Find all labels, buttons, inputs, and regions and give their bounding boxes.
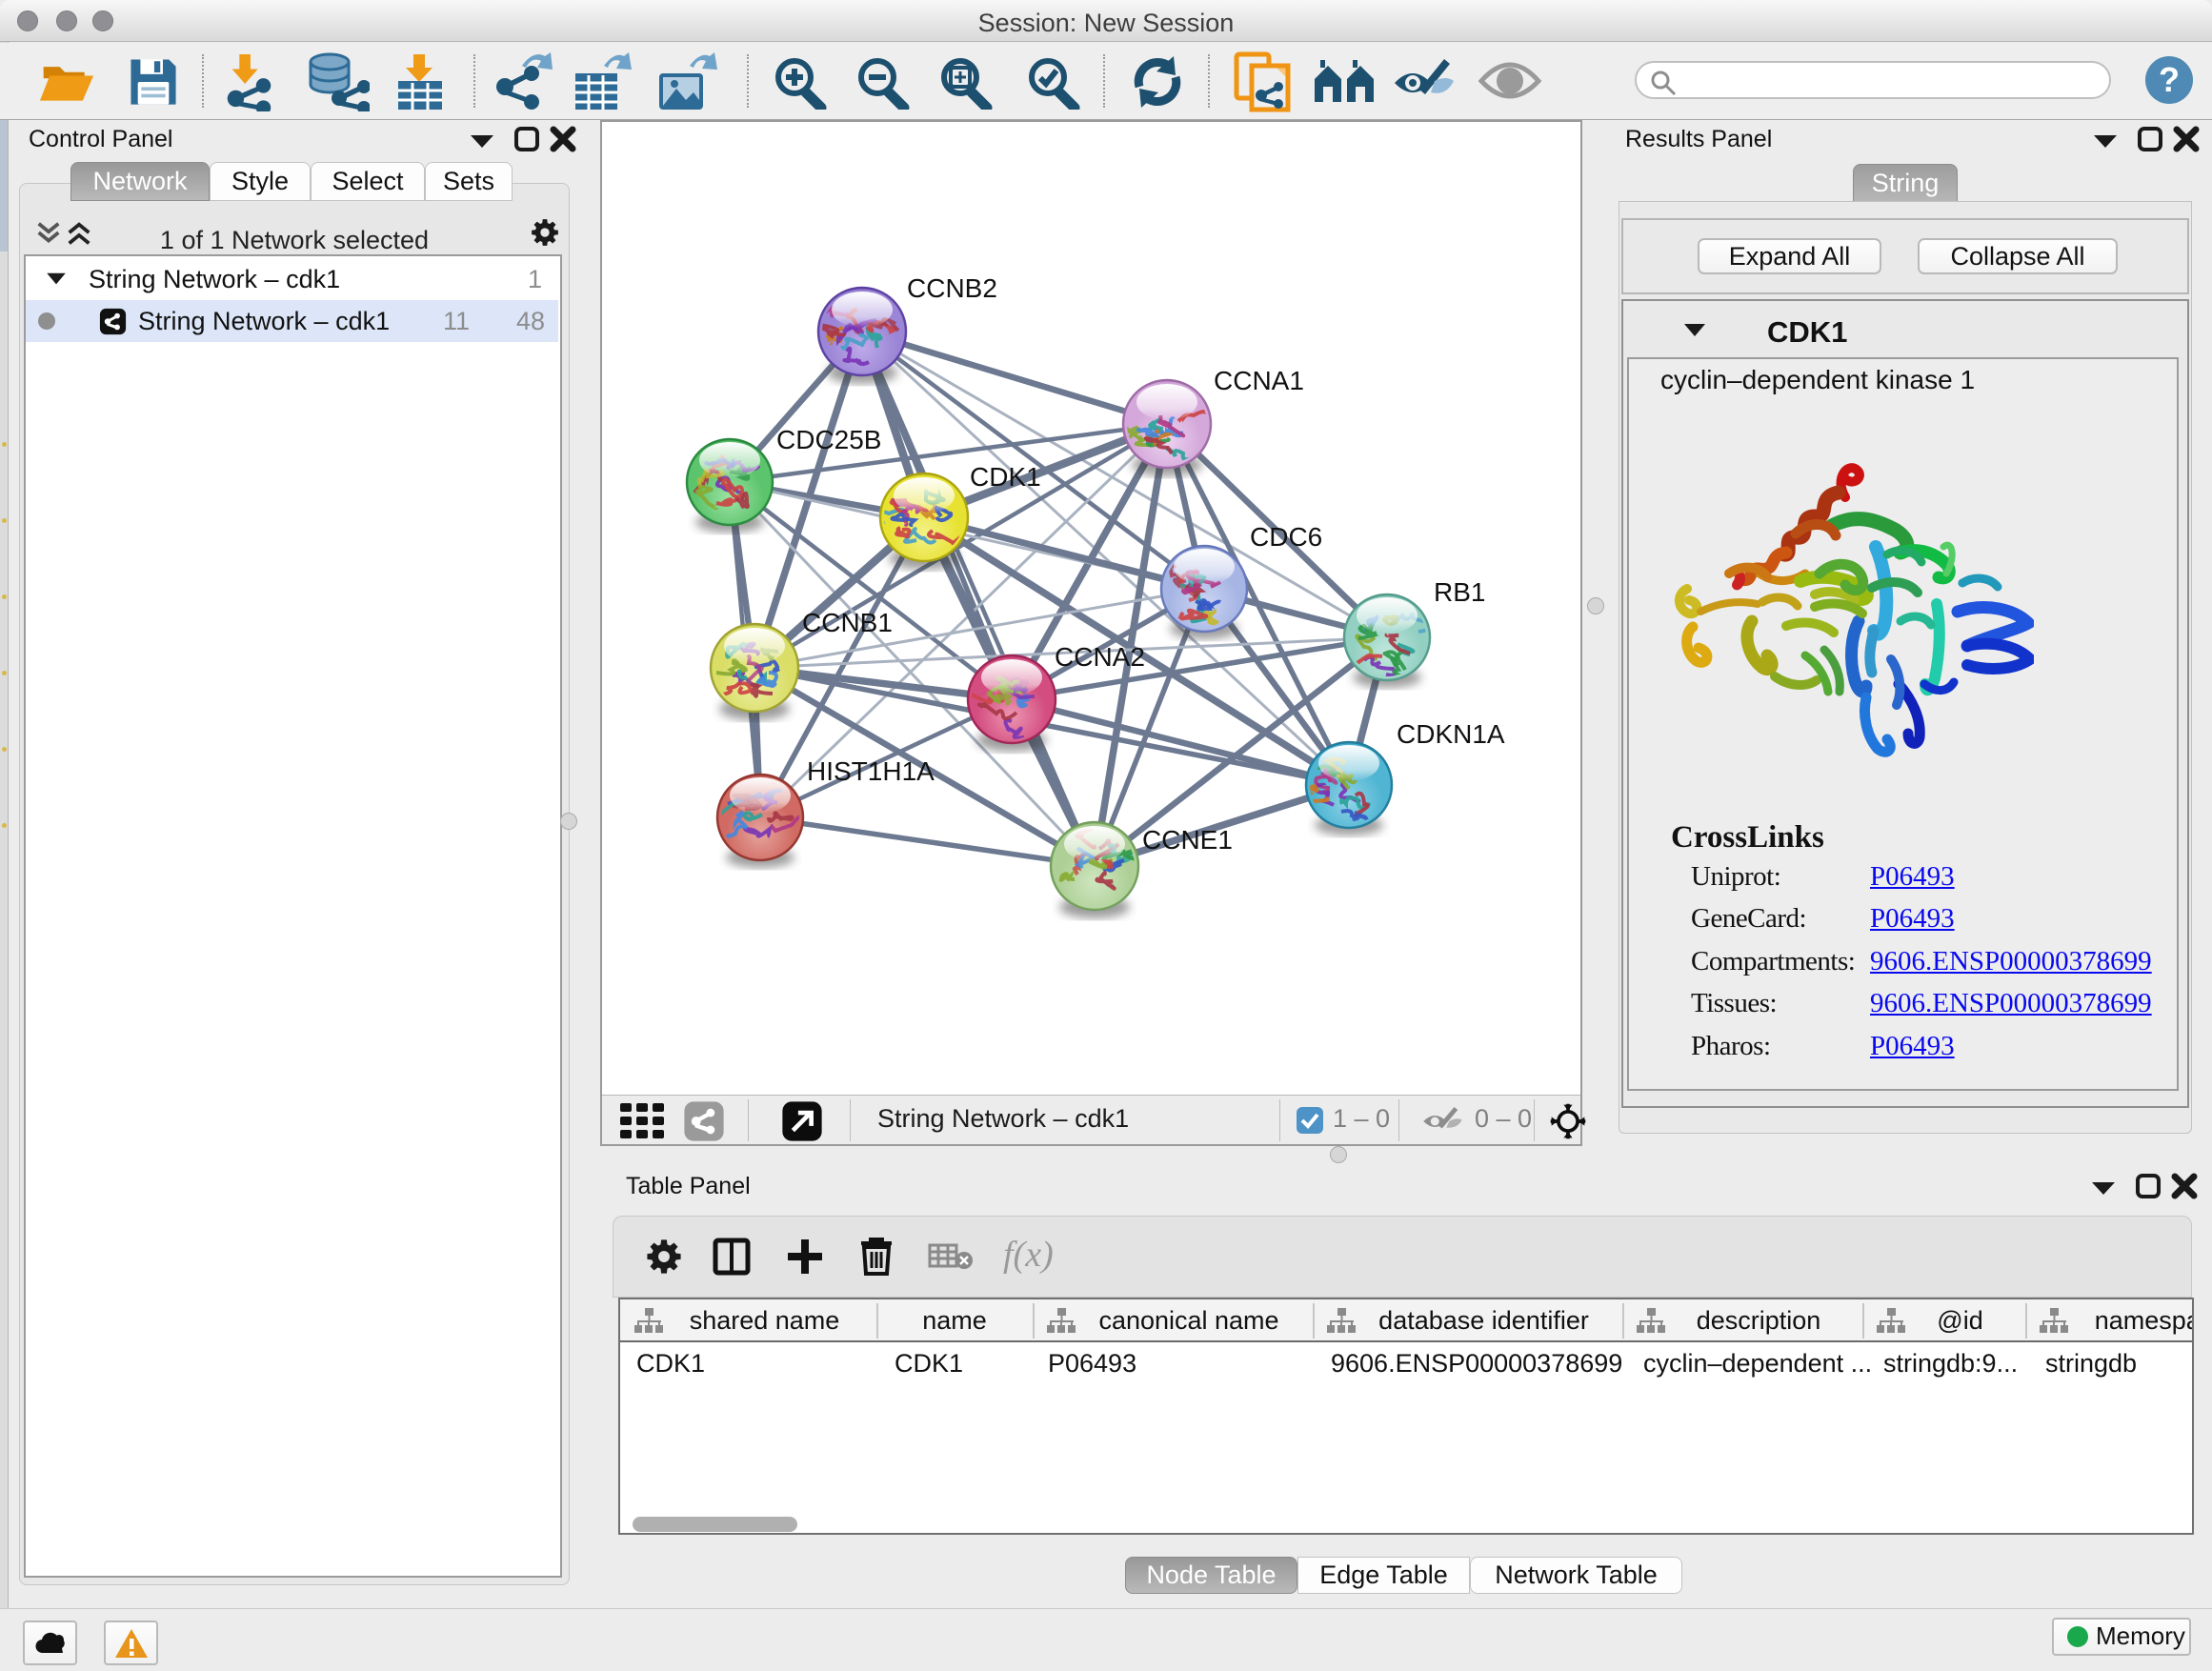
svg-text:HIST1H1A: HIST1H1A <box>807 756 935 786</box>
svg-text:CCNA1: CCNA1 <box>1214 366 1304 395</box>
svg-text:CCNE1: CCNE1 <box>1142 825 1233 855</box>
svg-text:CCNA2: CCNA2 <box>1055 642 1145 672</box>
svg-text:RB1: RB1 <box>1434 577 1485 607</box>
svg-text:CCNB1: CCNB1 <box>802 608 893 637</box>
svg-text:CDKN1A: CDKN1A <box>1397 719 1505 749</box>
svg-text:CCNB2: CCNB2 <box>907 273 997 303</box>
svg-text:CDC6: CDC6 <box>1250 522 1322 552</box>
svg-text:CDC25B: CDC25B <box>776 425 881 454</box>
svg-text:CDK1: CDK1 <box>970 462 1041 492</box>
